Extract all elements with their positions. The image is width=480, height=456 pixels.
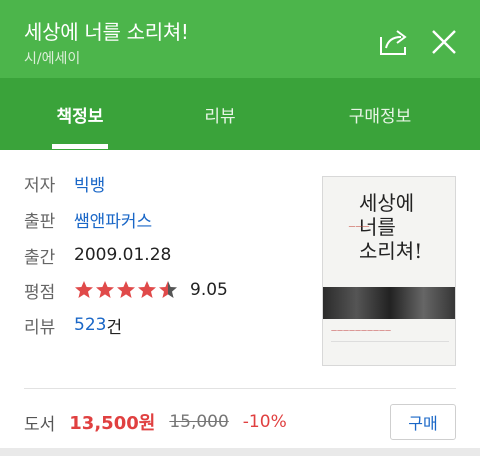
cover-photo [323,287,455,319]
bottom-separator [0,448,480,456]
star-icon [96,281,114,298]
book-category: 시/에세이 [24,51,81,67]
cover-title-line: 세상에 [359,191,415,215]
star-icon [117,281,135,298]
cover-decoration: —————————— [331,327,391,334]
rating-label: 평점 [24,282,56,303]
author-label: 저자 [24,175,56,196]
cover-decoration: ——— [348,222,370,230]
book-cover-image[interactable]: 세상에 너를 소리쳐! ——— —————————— [322,176,456,366]
star-half-icon [159,281,177,298]
app-header: 세상에 너를 소리쳐! 시/에세이 책정보 리뷰 구매정보 [0,0,480,150]
date-row: 출간 2009.01.28 [24,242,171,268]
date-label: 출간 [24,247,56,268]
review-unit: 건 [106,317,123,338]
section-divider [24,388,456,389]
tab-book-info[interactable]: 책정보 [30,78,130,150]
price-type-label: 도서 [24,414,56,435]
star-icon [75,281,93,298]
close-button[interactable] [424,22,464,62]
rating-row: 평점 9.05 [24,277,228,303]
review-count-link[interactable]: 523 [74,315,106,335]
cover-title-line: 소리쳐! [359,239,423,263]
publisher-label: 출판 [24,211,56,232]
tab-purchase-info[interactable]: 구매정보 [320,78,440,150]
original-price: 15,000 [169,412,229,432]
cover-footer [331,341,449,359]
tab-bar: 책정보 리뷰 구매정보 [0,78,480,150]
book-title: 세상에 너를 소리쳐! [24,20,189,44]
discount-rate: -10% [242,412,287,432]
star-icon [138,281,156,298]
buy-button[interactable]: 구매 [390,404,456,440]
review-label: 리뷰 [24,317,56,338]
sale-price: 13,500원 [69,413,156,434]
author-row: 저자 빅뱅 [24,170,105,196]
review-row: 리뷰 523 건 [24,312,122,338]
rating-stars [74,280,178,300]
rating-score: 9.05 [190,280,228,300]
publish-date: 2009.01.28 [74,245,172,265]
publisher-row: 출판 쌤앤파커스 [24,206,152,232]
close-icon [432,30,456,54]
active-tab-indicator [52,144,108,149]
share-button[interactable] [374,22,414,62]
publisher-link[interactable]: 쌤앤파커스 [74,207,152,232]
author-link[interactable]: 빅뱅 [74,171,105,196]
share-icon [380,30,407,55]
price-row: 도서 13,500원 15,000 -10% [24,408,287,436]
tab-reviews[interactable]: 리뷰 [180,78,260,150]
